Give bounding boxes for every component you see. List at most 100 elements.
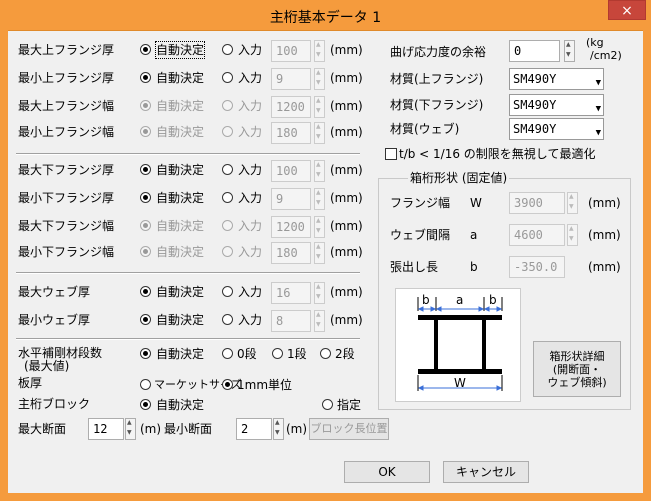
param-label: 最小下フランジ厚 — [18, 191, 115, 205]
diagram-label-b2: b — [489, 293, 497, 307]
stiffener-auto-radio[interactable] — [140, 348, 151, 359]
input-radio[interactable] — [222, 220, 233, 231]
input-radio[interactable] — [222, 44, 233, 55]
material-select[interactable]: SM490Y ▼ — [509, 94, 604, 116]
stiffener-1-radio[interactable] — [272, 348, 283, 359]
stiffener-2-radio[interactable] — [320, 348, 331, 359]
stress-margin-input[interactable]: 0 — [509, 40, 560, 62]
value-spinner[interactable] — [314, 216, 325, 238]
param-label: 最小ウェブ厚 — [18, 313, 91, 327]
auto-radio[interactable] — [140, 44, 151, 55]
stiffener-auto-label: 自動決定 — [156, 347, 205, 361]
auto-radio[interactable] — [140, 314, 151, 325]
input-radio[interactable] — [222, 164, 233, 175]
value-input[interactable]: 180 — [271, 242, 311, 264]
value-input[interactable]: 16 — [271, 282, 311, 304]
input-radio[interactable] — [222, 246, 233, 257]
plate-1mm-label: 1mm単位 — [237, 378, 293, 392]
separator — [16, 338, 360, 340]
optimize-checkbox[interactable] — [385, 148, 397, 160]
box-detail-button[interactable]: 箱形状詳細 (開断面・ ウェブ傾斜) — [533, 341, 621, 397]
input-radio[interactable] — [222, 314, 233, 325]
value-spinner[interactable] — [314, 188, 325, 210]
stiffener-0-radio[interactable] — [222, 348, 233, 359]
plate-1mm-radio[interactable] — [222, 379, 233, 390]
max-section-spinner[interactable] — [125, 418, 136, 440]
stress-margin-label: 曲げ応力度の余裕 — [390, 45, 487, 59]
max-section-input[interactable]: 12 — [88, 418, 124, 440]
stress-unit-1: (kg — [586, 36, 604, 49]
value-input[interactable]: 100 — [271, 160, 311, 182]
input-label: 入力 — [238, 313, 263, 327]
value-spinner[interactable] — [314, 122, 325, 144]
input-radio[interactable] — [222, 100, 233, 111]
material-select[interactable]: SM490Y ▼ — [509, 118, 604, 140]
value-spinner[interactable] — [314, 96, 325, 118]
stiffener-0-label: 0段 — [237, 347, 257, 361]
unit-label: (mm) — [330, 313, 363, 327]
stress-margin-spinner[interactable] — [564, 40, 575, 62]
chevron-down-icon: ▼ — [595, 78, 601, 88]
input-radio[interactable] — [222, 192, 233, 203]
block-label: 主桁ブロック — [18, 397, 91, 411]
chevron-down-icon: ▼ — [595, 104, 601, 114]
box-value-spinner[interactable] — [567, 192, 578, 214]
block-specify-radio[interactable] — [322, 399, 333, 410]
stiffener-2-label: 2段 — [335, 347, 355, 361]
plate-market-radio[interactable] — [140, 379, 151, 390]
box-value-input[interactable]: 3900 — [509, 192, 565, 214]
value-input[interactable]: 180 — [271, 122, 311, 144]
unit-label: (mm) — [330, 219, 363, 233]
auto-radio[interactable] — [140, 220, 151, 231]
min-section-spinner[interactable] — [273, 418, 284, 440]
box-unit: (mm) — [588, 196, 621, 210]
auto-radio[interactable] — [140, 100, 151, 111]
box-value-input[interactable]: 4600 — [509, 224, 565, 246]
material-value: SM490Y — [513, 122, 557, 136]
input-label: 入力 — [238, 43, 263, 57]
material-select[interactable]: SM490Y ▼ — [509, 68, 604, 90]
cancel-button[interactable]: キャンセル — [443, 461, 529, 483]
value-spinner[interactable] — [314, 282, 325, 304]
block-position-button[interactable]: ブロック長位置 — [309, 418, 389, 440]
auto-label: 自動決定 — [156, 163, 205, 177]
value-input[interactable]: 100 — [271, 40, 311, 62]
value-spinner[interactable] — [314, 68, 325, 90]
input-radio[interactable] — [222, 286, 233, 297]
input-label: 入力 — [238, 163, 263, 177]
max-section-label: 最大断面 — [18, 422, 67, 436]
param-label: 最小上フランジ幅 — [18, 125, 115, 139]
value-input[interactable]: 1200 — [271, 216, 311, 238]
stress-unit-2: /cm2) — [590, 49, 622, 62]
value-spinner[interactable] — [314, 40, 325, 62]
box-detail-line1: 箱形状詳細 — [549, 350, 605, 363]
value-input[interactable]: 8 — [271, 310, 311, 332]
plate-label: 板厚 — [18, 376, 43, 390]
close-button[interactable]: × — [608, 0, 646, 20]
ok-button[interactable]: OK — [344, 461, 430, 483]
input-label: 入力 — [238, 245, 263, 259]
input-radio[interactable] — [222, 72, 233, 83]
auto-label: 自動決定 — [156, 245, 205, 259]
input-radio[interactable] — [222, 126, 233, 137]
block-auto-radio[interactable] — [140, 399, 151, 410]
diagram-label-a: a — [456, 293, 464, 307]
auto-label: 自動決定 — [156, 285, 205, 299]
value-input[interactable]: 1200 — [271, 96, 311, 118]
auto-radio[interactable] — [140, 164, 151, 175]
value-input[interactable]: 9 — [271, 68, 311, 90]
value-spinner[interactable] — [314, 310, 325, 332]
value-spinner[interactable] — [314, 242, 325, 264]
auto-radio[interactable] — [140, 246, 151, 257]
value-input[interactable]: 9 — [271, 188, 311, 210]
auto-radio[interactable] — [140, 126, 151, 137]
material-value: SM490Y — [513, 98, 557, 112]
auto-radio[interactable] — [140, 192, 151, 203]
input-label: 入力 — [238, 285, 263, 299]
value-spinner[interactable] — [314, 160, 325, 182]
min-section-input[interactable]: 2 — [236, 418, 272, 440]
auto-radio[interactable] — [140, 286, 151, 297]
material-label: 材質(下フランジ) — [390, 98, 484, 112]
auto-radio[interactable] — [140, 72, 151, 83]
box-value-spinner[interactable] — [567, 224, 578, 246]
